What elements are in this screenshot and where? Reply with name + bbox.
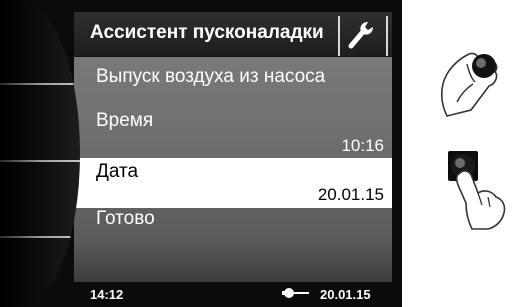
controller-display: Ассистент пусконаладки Выпуск воздуха из… xyxy=(0,0,402,307)
title-divider xyxy=(386,16,388,56)
bezel-divider xyxy=(0,160,80,162)
status-time: 14:12 xyxy=(90,287,124,302)
title-divider xyxy=(338,16,340,56)
menu-item-time[interactable]: Время 10:16 xyxy=(74,104,392,155)
bezel-divider xyxy=(0,236,80,238)
menu-item-date[interactable]: Дата 20.01.15 xyxy=(74,158,392,208)
time-value: 10:16 xyxy=(341,136,384,155)
menu-item-label: Время xyxy=(96,110,154,131)
title-bar: Ассистент пусконаладки xyxy=(74,12,392,57)
menu-item-label: Выпуск воздуха из насоса xyxy=(96,66,326,87)
status-date: 20.01.15 xyxy=(320,287,371,302)
bezel-divider xyxy=(0,83,80,85)
plug-icon xyxy=(282,286,310,303)
page-title: Ассистент пусконаладки xyxy=(90,22,324,43)
hand-turning-knob-icon xyxy=(437,44,507,127)
menu-item-label: Готово xyxy=(96,208,155,229)
status-bar: 14:12 20.01.15 xyxy=(74,282,402,307)
wrench-icon xyxy=(348,22,373,49)
menu-item-pump-venting[interactable]: Выпуск воздуха из насоса xyxy=(74,57,392,97)
settings-button[interactable] xyxy=(344,15,378,55)
menu-item-done[interactable]: Готово xyxy=(74,208,392,240)
display-bezel xyxy=(0,0,80,307)
date-value: 20.01.15 xyxy=(317,185,384,204)
menu-item-label: Дата xyxy=(96,161,139,182)
hand-pressing-knob-icon xyxy=(444,147,510,236)
